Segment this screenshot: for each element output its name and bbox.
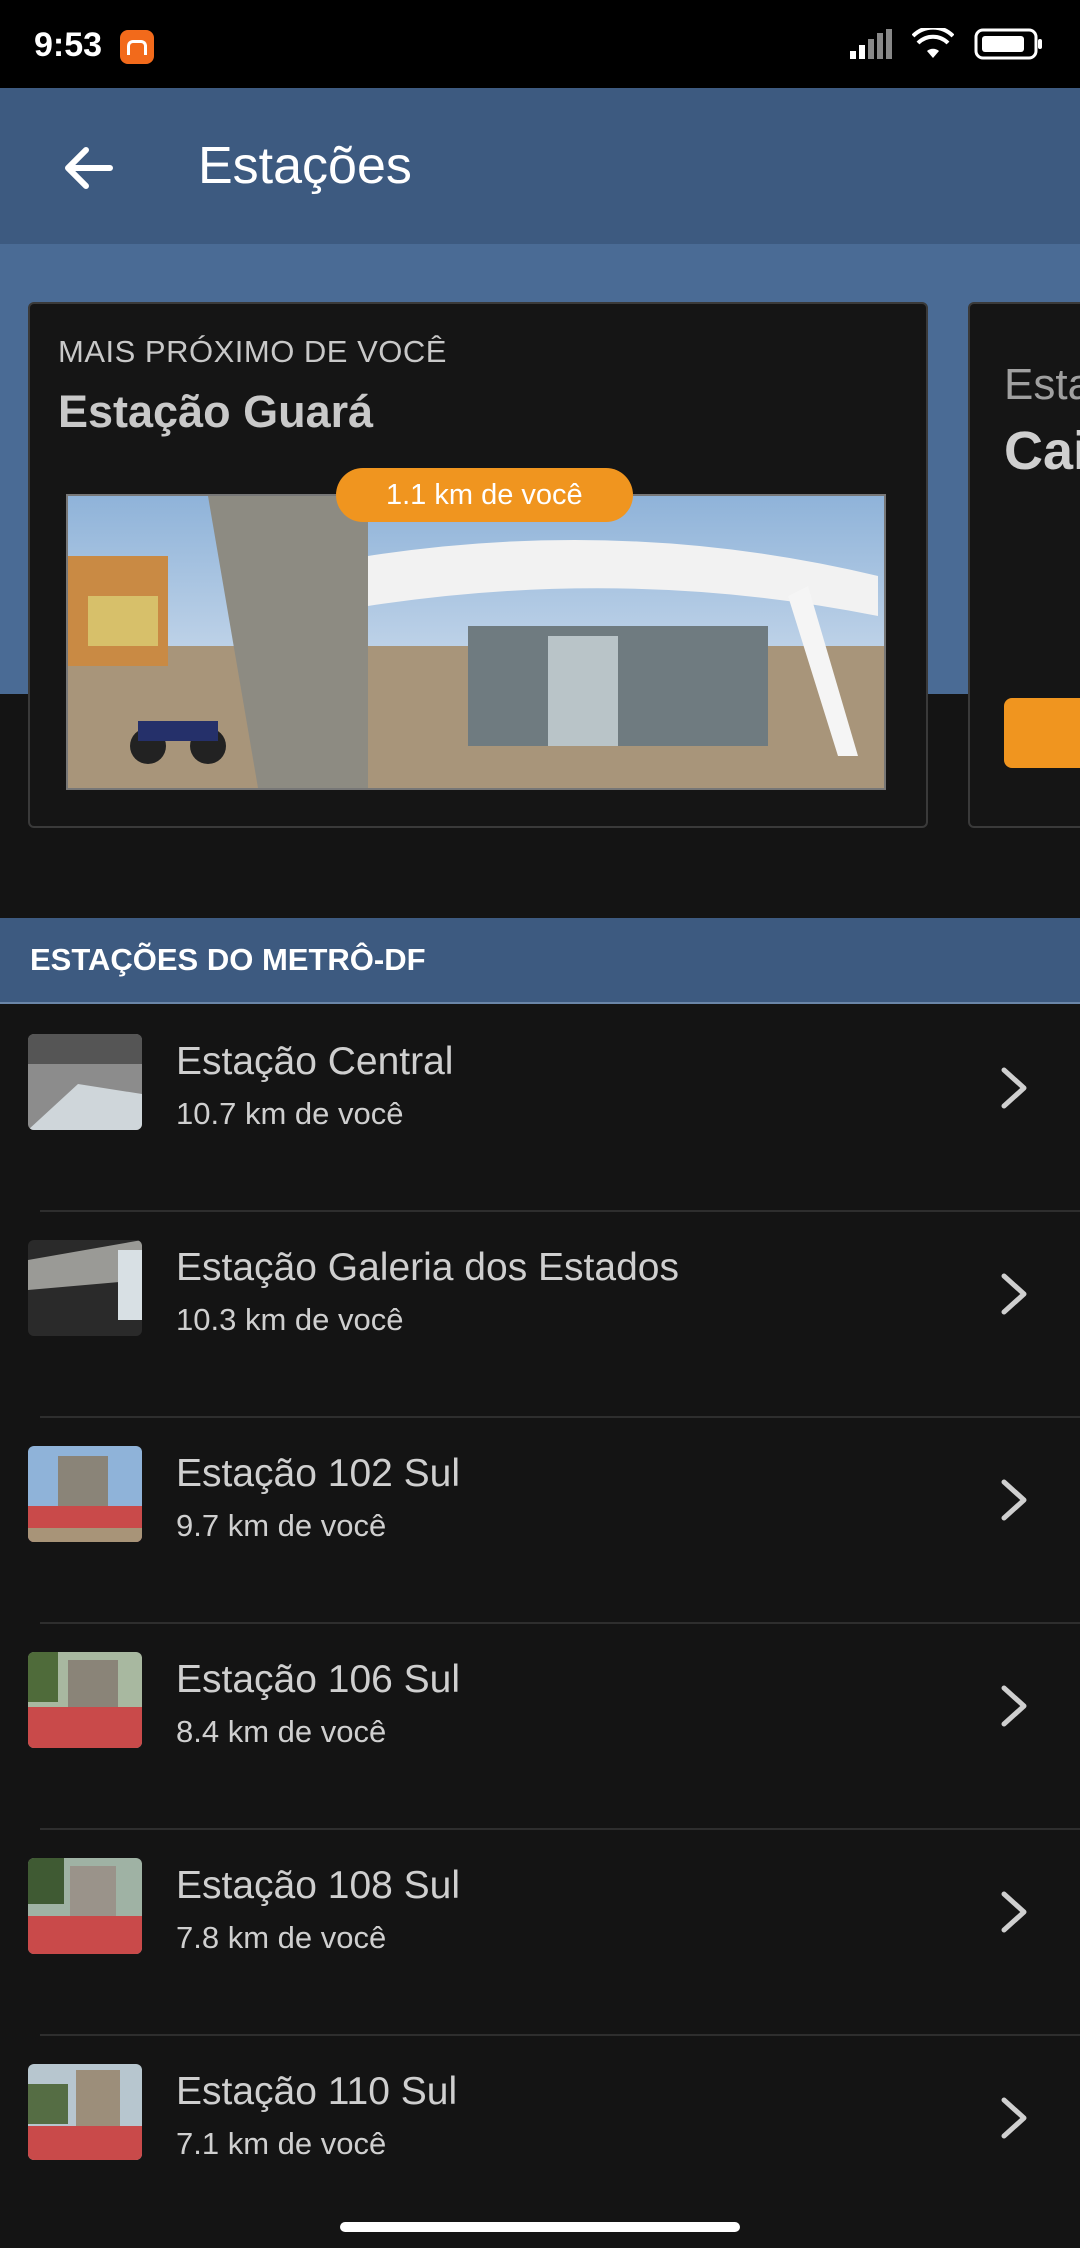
chevron-right-icon xyxy=(1001,1891,1027,1933)
station-distance: 8.4 km de você xyxy=(176,1714,387,1749)
nearest-station-card[interactable]: MAIS PRÓXIMO DE VOCÊ Estação Guará 1.1 k… xyxy=(28,302,928,828)
station-distance: 7.1 km de você xyxy=(176,2126,387,2161)
station-thumbnail xyxy=(28,1652,142,1748)
station-thumbnail xyxy=(28,2064,142,2160)
station-name: Estação Central xyxy=(176,1040,454,1083)
page-title: Estações xyxy=(198,137,412,195)
next-card-title: Cai xyxy=(1004,421,1080,481)
signal-icon xyxy=(850,29,892,59)
status-bar: 9:53 xyxy=(0,0,1080,88)
list-item[interactable]: Estação 108 Sul 7.8 km de você xyxy=(0,1830,1080,2036)
battery-icon xyxy=(974,28,1042,60)
next-card-button[interactable] xyxy=(1004,698,1080,768)
list-item[interactable]: Estação 106 Sul 8.4 km de você xyxy=(0,1624,1080,1830)
list-item[interactable]: Estação 102 Sul 9.7 km de você xyxy=(0,1418,1080,1624)
station-distance: 7.8 km de você xyxy=(176,1920,387,1955)
chevron-right-icon xyxy=(1001,2097,1027,2139)
home-indicator[interactable] xyxy=(340,2222,740,2232)
distance-chip: 1.1 km de você xyxy=(336,468,633,522)
station-name: Estação Galeria dos Estados xyxy=(176,1246,679,1289)
chevron-right-icon xyxy=(1001,1067,1027,1109)
wifi-icon xyxy=(912,28,954,58)
next-station-card[interactable]: Esta Cai xyxy=(968,302,1080,828)
station-photo xyxy=(66,494,886,790)
nearest-label: MAIS PRÓXIMO DE VOCÊ xyxy=(58,334,447,369)
station-name: Estação 108 Sul xyxy=(176,1864,461,1907)
status-icons xyxy=(850,28,1044,60)
arrow-back-icon xyxy=(65,147,113,189)
list-item[interactable]: Estação 110 Sul 7.1 km de você xyxy=(0,2036,1080,2242)
app-bar: Estações xyxy=(0,88,1080,244)
chevron-right-icon xyxy=(1001,1479,1027,1521)
chevron-right-icon xyxy=(1001,1273,1027,1315)
nearest-station-name: Estação Guará xyxy=(58,386,374,437)
list-item[interactable]: Estação Galeria dos Estados 10.3 km de v… xyxy=(0,1212,1080,1418)
station-distance: 10.3 km de você xyxy=(176,1302,404,1337)
station-thumbnail xyxy=(28,1240,142,1336)
back-button[interactable] xyxy=(40,120,136,216)
section-title: ESTAÇÕES DO METRÔ-DF xyxy=(30,942,426,977)
station-thumbnail xyxy=(28,1446,142,1542)
chevron-right-icon xyxy=(1001,1685,1027,1727)
station-name: Estação 110 Sul xyxy=(176,2070,458,2113)
status-time: 9:53 xyxy=(34,26,103,64)
next-card-label: Esta xyxy=(1004,360,1080,409)
station-name: Estação 106 Sul xyxy=(176,1658,461,1701)
section-header: ESTAÇÕES DO METRÔ-DF xyxy=(0,918,1080,1004)
station-thumbnail xyxy=(28,1858,142,1954)
station-thumbnail xyxy=(28,1034,142,1130)
station-distance: 9.7 km de você xyxy=(176,1508,387,1543)
station-list: Estação Central 10.7 km de você Estação … xyxy=(0,1006,1080,2242)
mi-notification-icon xyxy=(120,30,154,64)
list-item[interactable]: Estação Central 10.7 km de você xyxy=(0,1006,1080,1212)
station-name: Estação 102 Sul xyxy=(176,1452,461,1495)
station-distance: 10.7 km de você xyxy=(176,1096,404,1131)
